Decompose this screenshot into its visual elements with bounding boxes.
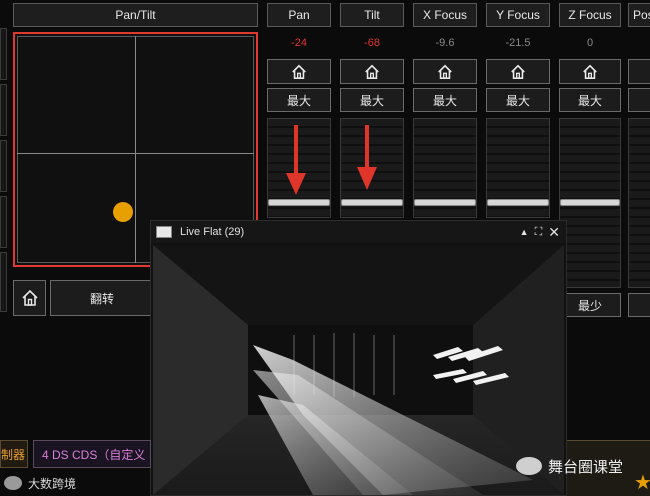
fader-handle-y-focus[interactable] [487,199,549,206]
watermark-right-text: 舞台圈课堂 [548,458,624,476]
star-icon: ★ [634,472,650,494]
fader-handle-tilt[interactable] [341,199,403,206]
channel-value-tilt: -68 [364,37,380,49]
live-flat-viewport[interactable] [153,245,564,495]
annotation-arrow-pan [286,125,306,195]
channel-value-y-focus: -21.5 [505,37,531,49]
min-button-pos[interactable] [628,293,650,317]
fader-handle-pan[interactable] [268,199,330,206]
channel-header-x-focus: X Focus [413,3,477,27]
min-button-z-focus[interactable]: 最少 [559,293,621,317]
home-icon [583,64,597,79]
watermark-logo-icon [4,476,22,490]
home-button-x-focus[interactable] [413,59,477,84]
bottom-tab-left[interactable]: 制器 [0,440,28,468]
watermark-left-text: 大数跨境 [28,476,77,491]
max-button-x-focus[interactable]: 最大 [413,88,477,112]
watermark-left: 大数跨境 [4,472,76,494]
home-button-z-focus[interactable] [559,59,621,84]
maximize-icon[interactable]: ⛶ [535,226,543,239]
bottom-tab-cds[interactable]: 4 DS CDS（自定义 [33,440,151,468]
home-icon [438,64,452,79]
window-app-icon [156,226,172,238]
home-icon [21,289,38,306]
pantilt-home-button[interactable] [13,280,46,316]
channel-value-pan: -24 [291,37,307,49]
home-button-pan[interactable] [267,59,331,84]
channel-header-pan: Pan [267,3,331,27]
left-panel-stub-2[interactable] [0,84,7,136]
left-panel-stub-3[interactable] [0,140,7,192]
wechat-icon [516,457,542,475]
stage-render-image [153,245,564,495]
annotation-arrow-tilt [357,125,377,190]
max-button-pos[interactable] [628,88,650,112]
fader-pos[interactable] [628,118,650,288]
fader-handle-x-focus[interactable] [414,199,476,206]
home-button-y-focus[interactable] [486,59,550,84]
channel-header-tilt: Tilt [340,3,404,27]
home-button-tilt[interactable] [340,59,404,84]
max-button-pan[interactable]: 最大 [267,88,331,112]
pad-vertical-crosshair [135,36,136,263]
live-flat-window[interactable]: Live Flat (29) ▲ ⛶ ✕ [150,220,567,496]
fader-handle-z-focus[interactable] [560,199,620,206]
live-flat-titlebar[interactable]: Live Flat (29) ▲ ⛶ ✕ [151,221,566,243]
home-icon [292,64,306,79]
watermark-right: 舞台圈课堂 [516,455,623,477]
left-panel-stub-5[interactable] [0,252,7,312]
left-panel-stub-1[interactable] [0,28,7,80]
close-icon[interactable]: ✕ [548,224,560,241]
home-icon [511,64,525,79]
channel-value-z-focus: 0 [586,37,594,49]
pantilt-header: Pan/Tilt [13,3,258,27]
channel-header-pos: Pos [628,3,650,27]
left-panel-stub-4[interactable] [0,196,7,248]
home-icon [365,64,379,79]
channel-header-y-focus: Y Focus [486,3,550,27]
channel-value-x-focus: -9.6 [435,37,455,49]
max-button-z-focus[interactable]: 最大 [559,88,621,112]
max-button-y-focus[interactable]: 最大 [486,88,550,112]
max-button-tilt[interactable]: 最大 [340,88,404,112]
live-flat-title: Live Flat (29) [180,226,245,238]
channel-header-z-focus: Z Focus [559,3,621,27]
pantilt-flip-button[interactable]: 翻转 [50,280,154,316]
minimize-arrow-icon[interactable]: ▲ [520,227,529,237]
pantilt-position-dot[interactable] [113,202,133,222]
home-button-pos[interactable] [628,59,650,84]
